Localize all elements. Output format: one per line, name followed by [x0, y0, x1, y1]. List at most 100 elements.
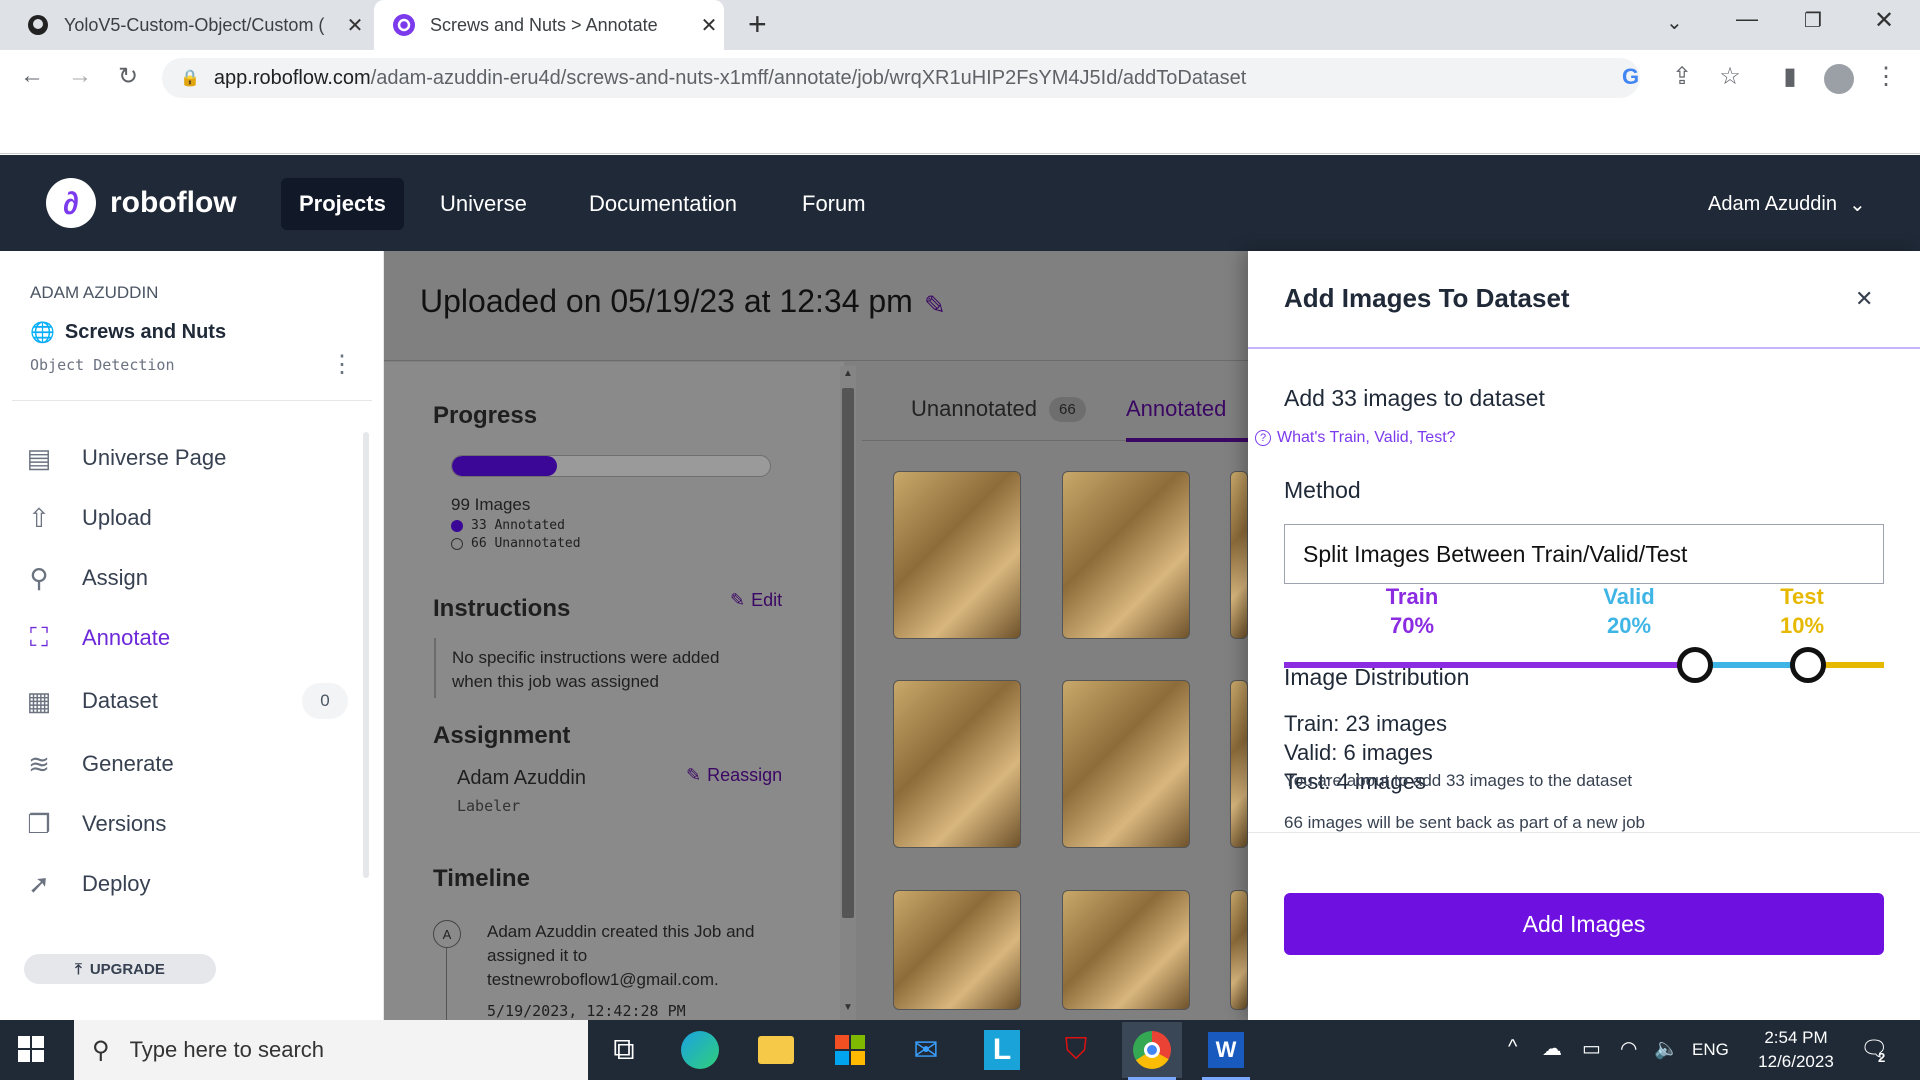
nav-universe[interactable]: Universe	[422, 178, 545, 230]
valid-count: Valid: 6 images	[1284, 740, 1433, 765]
method-select[interactable]: Split Images Between Train/Valid/Test	[1284, 524, 1884, 584]
back-icon[interactable]: ←	[16, 62, 48, 90]
close-icon[interactable]: ✕	[1855, 286, 1873, 312]
google-icon[interactable]: G	[1622, 64, 1639, 90]
dataset-icon: ▦	[26, 685, 52, 716]
brand-name: roboflow	[110, 186, 237, 219]
owner-label: ADAM AZUDDIN	[30, 283, 159, 302]
star-icon[interactable]: ☆	[1714, 62, 1746, 91]
instructions-heading: Instructions	[433, 595, 571, 622]
sidebar-scrollbar[interactable]	[363, 432, 369, 878]
lock-icon: 🔒	[180, 70, 200, 87]
close-tab-icon[interactable]: ✕	[694, 13, 724, 38]
close-tab-icon[interactable]: ✕	[340, 13, 370, 38]
onedrive-icon[interactable]: ☁	[1542, 1036, 1562, 1061]
forward-icon[interactable]: →	[64, 62, 96, 90]
restore-icon[interactable]: ❐	[1804, 8, 1822, 33]
sidebar-item-label: Assign	[82, 565, 149, 590]
tab-unannotated[interactable]: Unannotated 66	[911, 396, 1086, 422]
add-images-button[interactable]: Add Images	[1284, 893, 1884, 955]
chrome-icon[interactable]	[1122, 1022, 1182, 1078]
side-panel-icon[interactable]: ▮	[1774, 62, 1806, 91]
word-icon[interactable]: W	[1196, 1022, 1256, 1078]
scroll-up-icon[interactable]: ▲	[843, 368, 853, 379]
roboflow-logo[interactable]: ∂ roboflow	[46, 178, 237, 228]
reload-icon[interactable]: ↻	[112, 62, 144, 91]
image-thumbnail[interactable]	[893, 471, 1021, 639]
l-app-icon[interactable]: L	[972, 1022, 1032, 1078]
clock[interactable]: 2:54 PM 12/6/2023	[1748, 1026, 1844, 1074]
taskbar-search[interactable]: ⚲ Type here to search	[74, 1020, 588, 1080]
project-link[interactable]: 🌐 Screws and Nuts	[30, 320, 226, 345]
mail-icon[interactable]: ✉	[896, 1022, 956, 1078]
image-thumbnail[interactable]	[893, 680, 1021, 848]
volume-icon[interactable]: 🔈	[1654, 1036, 1679, 1061]
image-thumbnail[interactable]	[1230, 680, 1248, 848]
edit-title-icon[interactable]: ✎	[924, 290, 946, 321]
tab-annotated[interactable]: Annotated	[1126, 396, 1226, 422]
search-icon: ⚲	[92, 1036, 110, 1064]
file-explorer-icon[interactable]	[746, 1022, 806, 1078]
task-view-icon[interactable]: ⧉	[594, 1022, 654, 1078]
browser-tab-roboflow[interactable]: Screws and Nuts > Annotate ✕	[374, 0, 724, 50]
timeline-heading: Timeline	[433, 865, 530, 892]
upgrade-button[interactable]: ⤒ UPGRADE	[24, 954, 216, 984]
image-thumbnail[interactable]	[1062, 890, 1190, 1010]
sidebar-item-dataset[interactable]: ▦ Dataset	[24, 681, 158, 721]
windows-start-icon[interactable]	[18, 1036, 44, 1067]
wifi-icon[interactable]: ◠	[1620, 1036, 1637, 1061]
project-type: Object Detection	[30, 356, 175, 374]
sidebar-item-upload[interactable]: ⇧ Upload	[24, 498, 152, 538]
sidebar-item-universe-page[interactable]: ▤ Universe Page	[24, 438, 227, 478]
menu-dots-icon[interactable]: ⋮	[1870, 62, 1902, 91]
sidebar-item-label: Deploy	[82, 871, 151, 896]
profile-icon[interactable]	[1824, 64, 1854, 94]
store-icon[interactable]	[820, 1022, 880, 1078]
clock-time: 2:54 PM	[1764, 1028, 1828, 1047]
sidebar-item-generate[interactable]: ≋ Generate	[24, 744, 174, 784]
user-menu[interactable]: Adam Azuddin ⌄	[1708, 192, 1866, 217]
close-window-icon[interactable]: ✕	[1874, 6, 1894, 35]
scrollbar-thumb[interactable]	[842, 388, 854, 918]
timeline-line	[446, 948, 447, 1020]
image-thumbnail[interactable]	[1062, 680, 1190, 848]
globe-icon: 🌐	[30, 322, 55, 344]
language-indicator[interactable]: ENG	[1692, 1040, 1729, 1060]
versions-icon: ❐	[27, 808, 51, 839]
timeline-avatar: A	[433, 920, 461, 948]
chevron-up-icon[interactable]: ^	[1508, 1036, 1517, 1059]
new-tab-icon[interactable]: +	[748, 6, 767, 43]
universe-page-icon: ▤	[26, 442, 52, 473]
project-menu-icon[interactable]: ⋮	[330, 350, 354, 379]
url-path: /adam-azuddin-eru4d/screws-and-nuts-x1mf…	[370, 66, 1247, 89]
sidebar-item-deploy[interactable]: ➚ Deploy	[24, 864, 150, 904]
image-thumbnail[interactable]	[1230, 890, 1248, 1010]
sidebar-item-assign[interactable]: ⚲ Assign	[24, 558, 148, 598]
image-thumbnail[interactable]	[1230, 471, 1248, 639]
share-icon[interactable]: ⇪	[1666, 62, 1698, 91]
split-handle-train-valid[interactable]	[1677, 647, 1713, 683]
sidebar-item-versions[interactable]: ❐ Versions	[24, 804, 166, 844]
minimize-icon[interactable]: —	[1736, 6, 1758, 32]
mcafee-icon[interactable]: ⛉	[1046, 1022, 1106, 1078]
progress-fill	[452, 456, 557, 476]
sidebar-item-annotate[interactable]: ⛶ Annotate	[24, 618, 170, 658]
drawer-subtitle: Add 33 images to dataset	[1284, 385, 1545, 411]
add-note: You are about to add 33 images to the da…	[1284, 771, 1633, 790]
edge-icon[interactable]	[670, 1022, 730, 1078]
scroll-down-icon[interactable]: ▼	[843, 1002, 853, 1013]
reassign-button[interactable]: ✎ Reassign	[686, 765, 782, 786]
url-field[interactable]: 🔒 app.roboflow.com/adam-azuddin-eru4d/sc…	[162, 58, 1640, 98]
nav-documentation[interactable]: Documentation	[571, 178, 755, 230]
browser-tab-github[interactable]: YoloV5-Custom-Object/Custom ( ✕	[8, 0, 370, 50]
nav-projects[interactable]: Projects	[281, 178, 404, 230]
split-handle-valid-test[interactable]	[1790, 647, 1826, 683]
help-link[interactable]: ? What's Train, Valid, Test?	[1255, 429, 1456, 447]
timeline-time: 5/19/2023, 12:42:28 PM	[487, 1002, 686, 1020]
edit-instructions-button[interactable]: ✎ Edit	[730, 590, 782, 611]
image-thumbnail[interactable]	[1062, 471, 1190, 639]
tab-search-icon[interactable]: ⌄	[1666, 10, 1683, 35]
image-thumbnail[interactable]	[893, 890, 1021, 1010]
nav-forum[interactable]: Forum	[784, 178, 884, 230]
battery-icon[interactable]: ▭	[1582, 1036, 1601, 1061]
